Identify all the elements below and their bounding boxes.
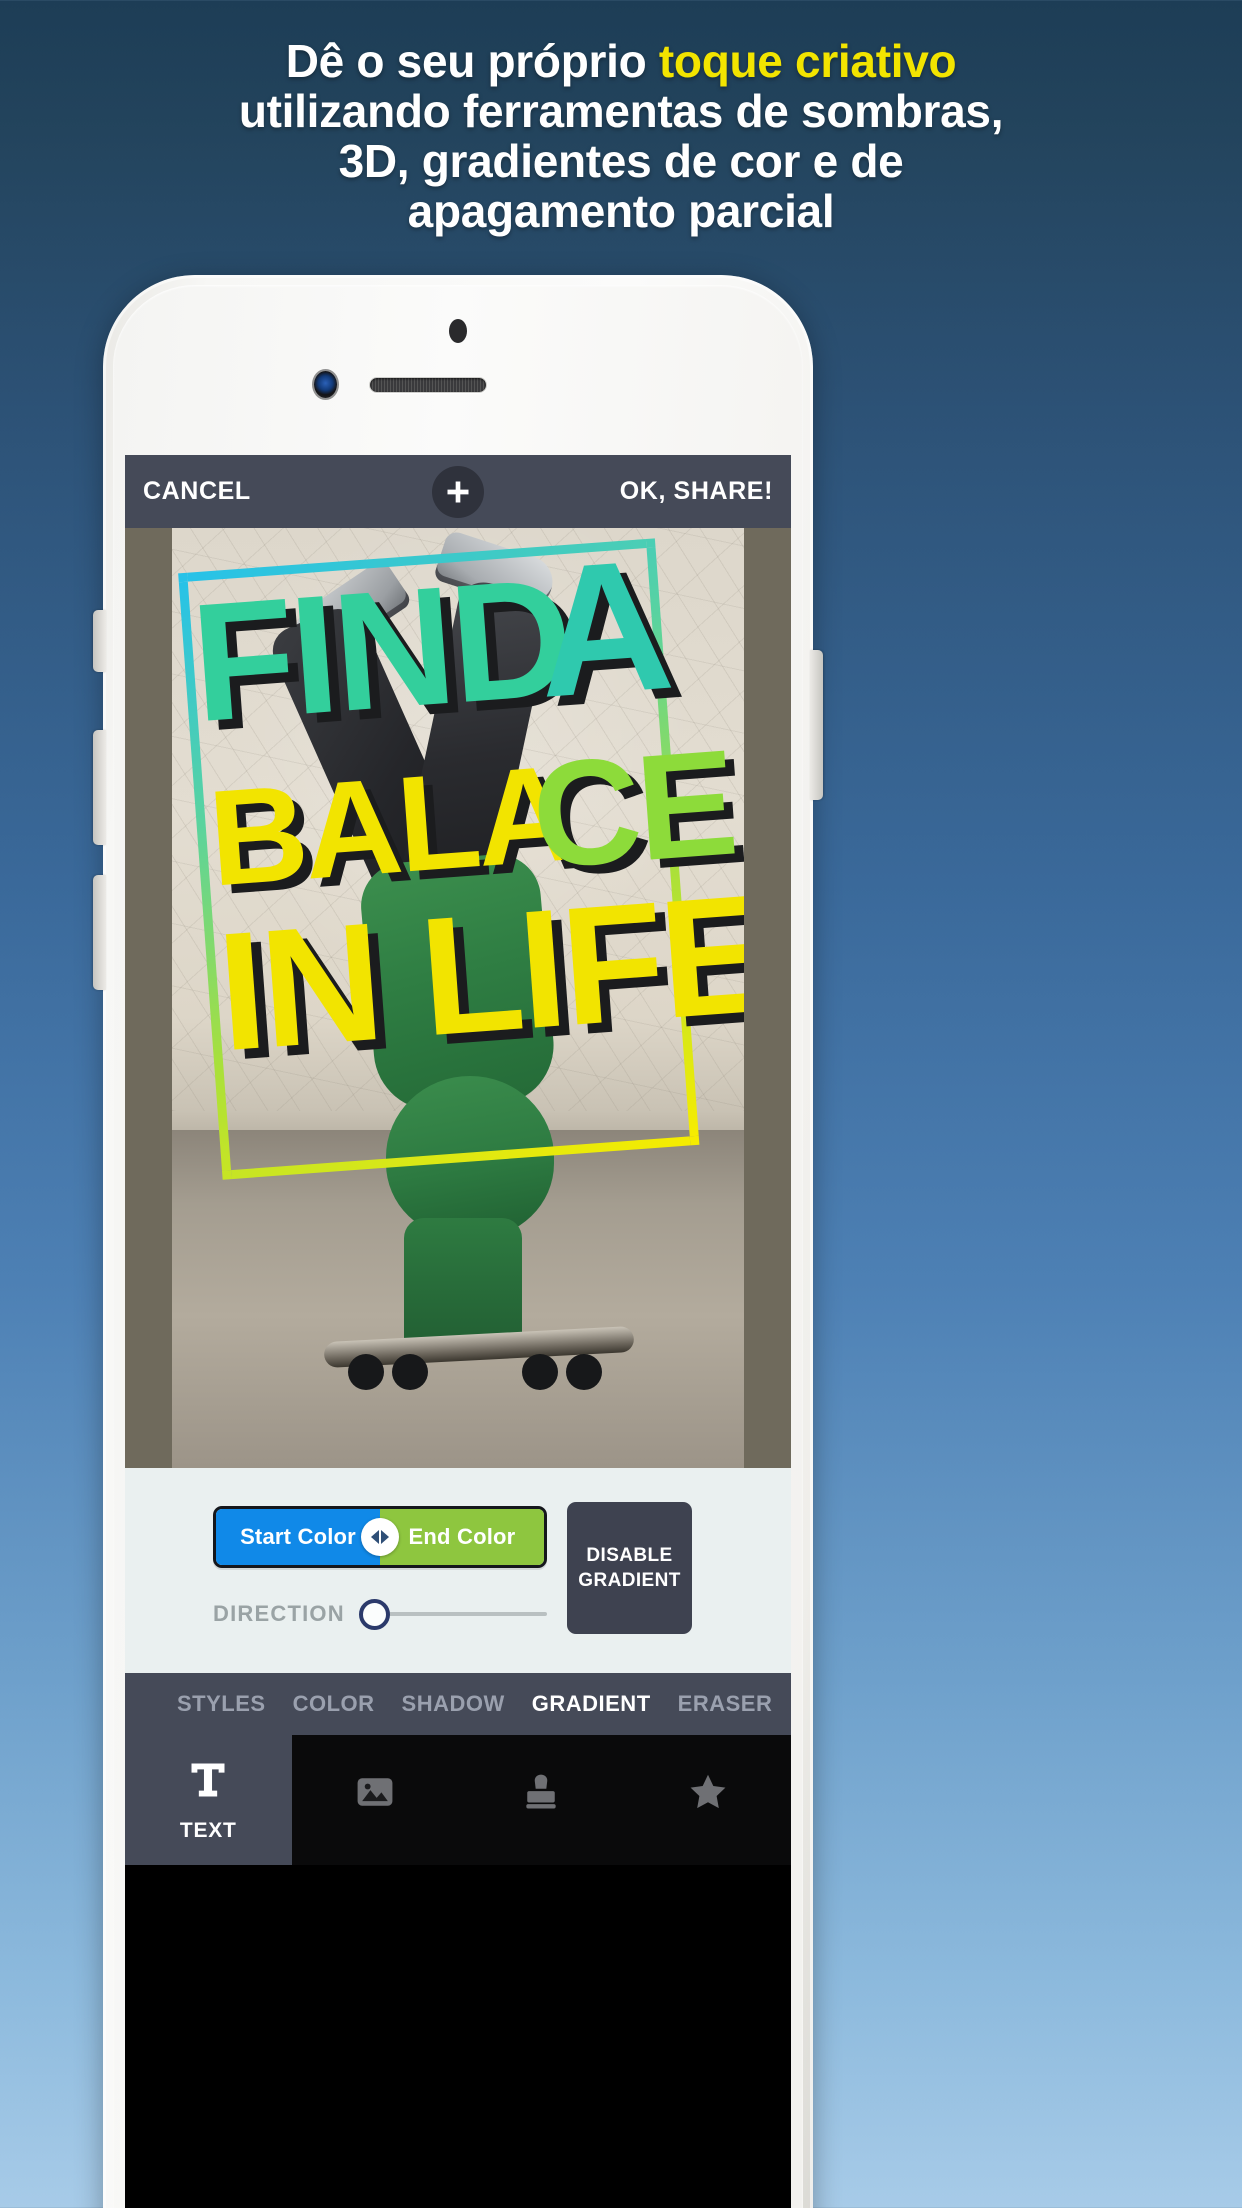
earpiece-speaker [369,377,487,393]
volume-up-button[interactable] [93,730,106,845]
direction-slider-track [372,1612,547,1616]
headline-text-plain: Dê o seu próprio [285,35,659,87]
tab-color[interactable]: COLOR [293,1691,375,1717]
tab-shadow[interactable]: SHADOW [402,1691,505,1717]
power-button[interactable] [810,650,823,800]
app-screen: CANCEL OK, SHARE! FIND A BALA CE IN LIFE… [125,455,791,2208]
headline-line-3: 3D, gradientes de cor e de [338,135,904,187]
end-color-label: End Color [408,1524,516,1549]
disable-gradient-label-line2: GRADIENT [578,1570,681,1591]
share-button[interactable]: OK, SHARE! [620,477,773,506]
direction-slider-thumb[interactable] [358,1598,390,1630]
start-color-label: Start Color [240,1524,356,1549]
artwork-word: CE [526,717,739,900]
direction-label: DIRECTION [213,1601,345,1626]
nav-item-text[interactable]: TEXT [125,1735,292,1865]
nav-item-star[interactable] [625,1735,792,1865]
headline-text-accent: toque criativo [658,35,957,87]
promo-headline: Dê o seu próprio toque criativo utilizan… [0,36,1242,236]
bottom-navigation: TEXT [125,1735,791,1865]
tab-eraser[interactable]: ERASER [678,1691,773,1717]
add-layer-button[interactable] [432,465,484,518]
app-toolbar: CANCEL OK, SHARE! [125,455,791,528]
silent-switch[interactable] [93,610,106,672]
front-camera-icon [314,371,337,398]
star-icon [686,1770,730,1819]
swap-colors-button[interactable] [361,1518,399,1556]
headline-line-4: apagamento parcial [407,185,835,237]
phone-mockup: CANCEL OK, SHARE! FIND A BALA CE IN LIFE… [93,275,823,2208]
disable-gradient-button[interactable]: DISABLE GRADIENT [567,1502,692,1634]
artwork-word: A [529,528,676,737]
volume-down-button[interactable] [93,875,106,990]
artwork-word: BALA [204,736,576,915]
nav-label-text: TEXT [179,1818,237,1842]
artwork-word: IN LIFE [212,858,744,1087]
headline-line-2: utilizando ferramentas de sombras, [238,85,1004,137]
editor-canvas[interactable]: FIND A BALA CE IN LIFE [125,528,791,1468]
plus-icon [447,481,469,502]
background-photo: FIND A BALA CE IN LIFE [172,528,744,1468]
headline-line-1: Dê o seu próprio toque criativo [80,36,1162,86]
nav-item-stamp[interactable] [458,1735,625,1865]
start-color-button[interactable]: Start Color [216,1509,380,1565]
text-artwork-layer[interactable]: FIND A BALA CE IN LIFE [172,528,744,1468]
proximity-sensor-icon [449,319,467,343]
artwork-word: FIND [185,542,575,758]
color-segment-control[interactable]: Start Color End Color [213,1506,547,1568]
tool-subtabs: STYLES COLOR SHADOW GRADIENT ERASER 3D R… [125,1673,791,1735]
nav-item-image[interactable] [292,1735,459,1865]
direction-slider[interactable] [358,1598,547,1630]
end-color-button[interactable]: End Color [380,1509,544,1565]
cancel-button[interactable]: CANCEL [143,477,251,506]
tab-gradient[interactable]: GRADIENT [532,1691,651,1717]
disable-gradient-label-line1: DISABLE [586,1545,673,1566]
stamp-icon [519,1770,563,1819]
tab-styles[interactable]: STYLES [177,1691,266,1717]
image-icon [353,1770,397,1819]
swap-arrows-icon [371,1530,389,1544]
gradient-panel: Start Color End Color DISABLE GRADIENT D… [125,1468,791,1673]
text-tool-icon [186,1758,230,1807]
direction-control: DIRECTION [213,1591,547,1637]
